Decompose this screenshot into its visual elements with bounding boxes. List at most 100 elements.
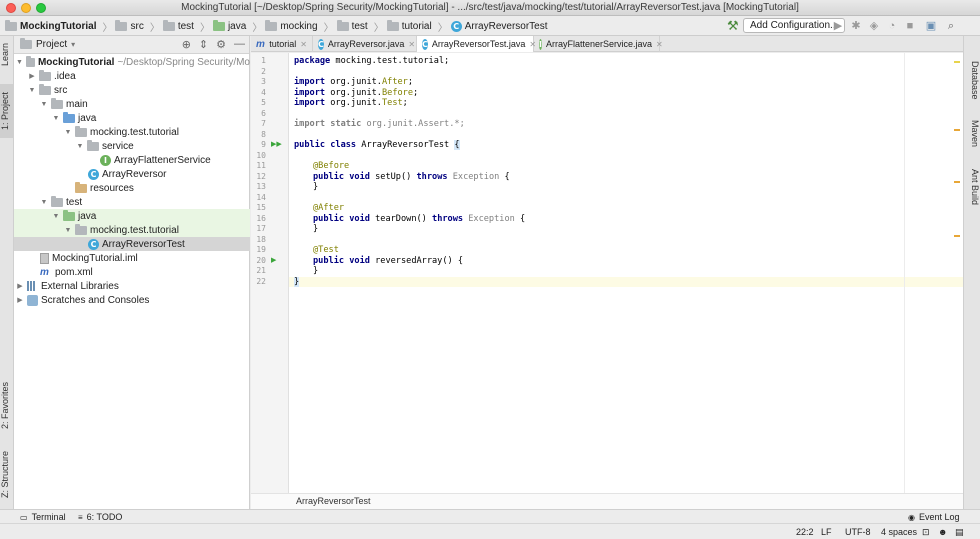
breadcrumb-tutorial[interactable]: tutorial <box>402 21 432 32</box>
favorites-tool-tab[interactable]: 2: Favorites <box>0 376 14 434</box>
maven-tool-tab[interactable]: Maven <box>966 116 980 152</box>
code-line-9: public class ArrayReversorTest { <box>294 140 460 150</box>
tree-item-src[interactable]: ▼ src <box>14 83 250 97</box>
breadcrumb-mocking[interactable]: mocking <box>280 21 317 32</box>
maven-icon: m <box>40 266 49 278</box>
chevron-down-icon[interactable]: ▾ <box>71 40 75 49</box>
tree-item-external-libraries[interactable]: ▶ External Libraries <box>14 279 250 293</box>
package-icon <box>87 139 99 151</box>
code-line-21: } <box>313 266 319 276</box>
tree-item-array-reversor[interactable]: C ArrayReversor <box>14 167 250 181</box>
test-source-folder-icon <box>63 209 75 221</box>
line-number: 14 <box>256 192 266 202</box>
tree-item-pom[interactable]: m pom.xml <box>14 265 250 279</box>
caret-position[interactable]: 22:2 <box>796 527 814 537</box>
tree-item-test-package[interactable]: ▼ mocking.test.tutorial <box>14 223 250 237</box>
editor-breadcrumb-bar: ArrayReversorTest <box>251 493 963 509</box>
project-panel-header: Project ▾ ⊕ ⇕ ⚙ — <box>14 36 249 54</box>
breadcrumb-test-pkg[interactable]: test <box>352 21 368 32</box>
locate-file-icon[interactable]: ⊕ <box>182 38 191 51</box>
close-icon[interactable]: ✕ <box>656 40 663 49</box>
gear-icon[interactable]: ⚙ <box>216 38 226 51</box>
tree-item-idea[interactable]: ▶ .idea <box>14 69 250 83</box>
tab-array-reversor[interactable]: C ArrayReversor.java ✕ <box>313 36 417 52</box>
lock-icon[interactable]: ⊡ <box>922 527 930 538</box>
profile-icon[interactable]: ◔ <box>885 19 899 33</box>
tree-item-array-flattener-service[interactable]: I ArrayFlattenerService <box>14 153 250 167</box>
right-margin-guide <box>904 53 905 493</box>
navigation-bar: MockingTutorial 〉 src 〉 test 〉 java 〉 mockin… <box>0 16 980 36</box>
coverage-icon[interactable]: ◈ <box>867 19 881 33</box>
line-number: 19 <box>256 245 266 254</box>
breadcrumb-src[interactable]: src <box>130 21 143 32</box>
project-tool-tab[interactable]: 1: Project <box>0 84 14 138</box>
resources-folder-icon <box>75 181 87 193</box>
tree-item-iml[interactable]: MockingTutorial.iml <box>14 251 250 265</box>
interface-icon: I <box>100 154 111 166</box>
run-test-icon[interactable]: ▶ <box>271 256 276 264</box>
line-separator[interactable]: LF <box>821 527 832 537</box>
folder-icon <box>39 83 51 95</box>
breadcrumb-project[interactable]: MockingTutorial <box>20 21 96 32</box>
library-icon <box>27 281 38 291</box>
project-folder-icon <box>5 19 17 31</box>
project-panel-title[interactable]: Project <box>36 39 67 50</box>
tree-item-main[interactable]: ▼ main <box>14 97 250 111</box>
tab-tutorial[interactable]: m tutorial ✕ <box>251 36 313 52</box>
event-log-tool-tab[interactable]: ◉ Event Log <box>908 512 960 522</box>
warning-marker[interactable] <box>954 235 960 237</box>
ant-build-tool-tab[interactable]: Ant Build <box>966 164 980 210</box>
learn-tab[interactable]: Learn <box>0 40 14 68</box>
stop-icon[interactable]: ■ <box>903 19 917 33</box>
code-line-19: @Test <box>313 245 339 255</box>
class-icon: C <box>88 238 99 250</box>
tree-item-service[interactable]: ▼ service <box>14 139 250 153</box>
close-icon[interactable]: ✕ <box>408 40 415 49</box>
tree-item-test[interactable]: ▼ test <box>14 195 250 209</box>
tab-array-flattener-service[interactable]: I ArrayFlattenerService.java ✕ <box>534 36 663 52</box>
tree-item-project-root[interactable]: ▼ MockingTutorial ~/Desktop/Spring Secur… <box>14 55 250 69</box>
search-everywhere-icon[interactable]: ⌕ <box>944 19 958 33</box>
memory-indicator-icon[interactable]: ▤ <box>955 527 964 538</box>
editor-breadcrumb-class[interactable]: ArrayReversorTest <box>296 496 371 506</box>
database-tool-tab[interactable]: Database <box>966 56 980 104</box>
code-line-16: public void tearDown() throws Exception … <box>313 213 526 224</box>
tree-item-test-java[interactable]: ▼ java <box>14 209 250 223</box>
code-line-7: import static org.junit.Assert.*; <box>294 119 465 129</box>
editor-tab-bar: m tutorial ✕ C ArrayReversor.java ✕ C Ar… <box>251 36 963 52</box>
line-number: 17 <box>256 224 266 233</box>
run-tests-icon[interactable]: ▶▶ <box>271 140 282 148</box>
tab-array-reversor-test[interactable]: C ArrayReversorTest.java ✕ <box>417 36 536 52</box>
breadcrumb: MockingTutorial 〉 src 〉 test 〉 java 〉 mockin… <box>5 19 548 34</box>
inspection-status-marker[interactable] <box>954 61 960 63</box>
line-number: 21 <box>256 266 266 275</box>
iml-file-icon <box>40 252 49 264</box>
todo-tool-tab[interactable]: ≡ 6: TODO <box>78 512 122 522</box>
line-number: 15 <box>256 203 266 212</box>
tree-item-main-package[interactable]: ▼ mocking.test.tutorial <box>14 125 250 139</box>
collapse-all-icon[interactable]: ⇕ <box>199 38 208 51</box>
file-encoding[interactable]: UTF-8 <box>845 527 871 537</box>
structure-tool-tab[interactable]: Z: Structure <box>0 446 14 502</box>
debug-icon[interactable]: ✱ <box>849 19 863 33</box>
window-title: MockingTutorial [~/Desktop/Spring Securi… <box>181 2 799 13</box>
tree-item-main-java[interactable]: ▼ java <box>14 111 250 125</box>
code-editor[interactable]: 1 2 3 4 5 6 7 8 9 10 11 12 13 14 15 16 1… <box>251 53 963 493</box>
breadcrumb-java[interactable]: java <box>228 21 246 32</box>
line-number: 2 <box>261 66 266 76</box>
hide-panel-icon[interactable]: — <box>234 38 245 51</box>
project-structure-icon[interactable]: ▣ <box>924 19 938 33</box>
tree-item-resources[interactable]: resources <box>14 181 250 195</box>
warning-marker[interactable] <box>954 181 960 183</box>
inspector-icon[interactable]: ☻ <box>938 527 947 537</box>
indent-setting[interactable]: 4 spaces <box>881 527 917 537</box>
run-icon[interactable]: ▶ <box>831 19 845 33</box>
terminal-tool-tab[interactable]: ▭ Terminal <box>20 512 66 522</box>
warning-marker[interactable] <box>954 129 960 131</box>
close-icon[interactable]: ✕ <box>300 40 307 49</box>
breadcrumb-class[interactable]: ArrayReversorTest <box>465 21 548 32</box>
build-hammer-icon[interactable]: ⚒ <box>727 18 739 34</box>
tree-item-array-reversor-test[interactable]: C ArrayReversorTest <box>14 237 250 251</box>
breadcrumb-test[interactable]: test <box>178 21 194 32</box>
tree-item-scratches[interactable]: ▶ Scratches and Consoles <box>14 293 250 307</box>
